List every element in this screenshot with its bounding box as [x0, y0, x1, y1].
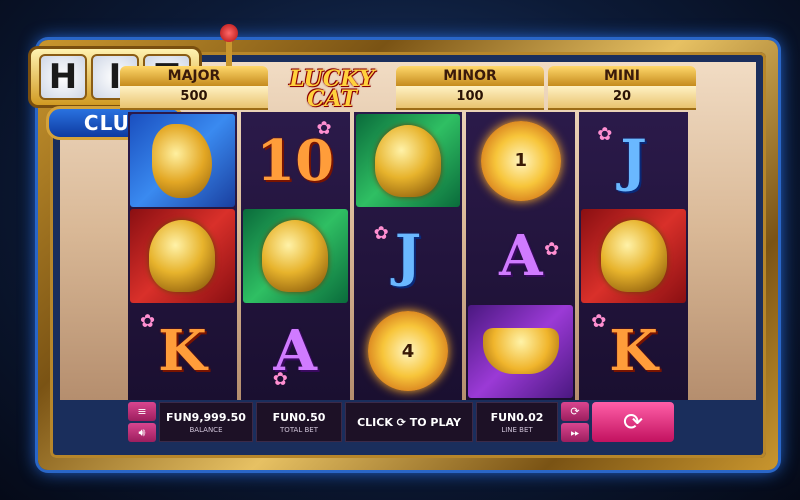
lucky-cat-logo-line2: CAT — [307, 86, 357, 112]
golden-fish-icon — [152, 123, 213, 198]
reel-1: ✿ K — [128, 112, 237, 400]
coin-value: 4 — [401, 340, 415, 362]
reel-symbol: K — [158, 318, 207, 385]
buddha-icon — [262, 219, 329, 292]
jackpot-bar: MAJOR 500 LUCKY CAT MINOR 100 MINI 20 — [120, 66, 696, 112]
reel-4: 1 ✿ A — [466, 112, 576, 400]
line-bet-label: LINE BET — [501, 425, 533, 434]
jackpot-major-value: 500 — [120, 86, 268, 110]
total-bet-value: FUN0.50 — [272, 410, 326, 424]
jackpot-major: MAJOR 500 — [120, 66, 268, 112]
lotus-flower-icon: ✿ — [591, 310, 607, 332]
reel-cell — [355, 114, 461, 208]
reel-3: ✿ J 4 — [353, 112, 463, 400]
jackpot-mini: MINI 20 — [548, 66, 696, 112]
reel-cell — [130, 114, 235, 208]
reel-cell — [242, 209, 348, 303]
line-bet-value: FUN0.02 — [490, 410, 544, 424]
reel-cell — [130, 209, 235, 303]
reel-cell: ✿ A — [468, 209, 573, 302]
balance-panel: FUN9,999.50 BALANCE — [159, 402, 253, 442]
lucky-cat-icon — [149, 219, 216, 292]
spin-button[interactable]: ⟳ — [592, 402, 674, 442]
right-buttons: ⟳ ⏩︎ — [561, 402, 589, 442]
jackpot-major-label: MAJOR — [120, 66, 268, 86]
reel-cell: 4 — [356, 305, 461, 398]
reel-cell: ✿ K — [581, 305, 686, 398]
lotus-flower-icon: ✿ — [140, 310, 156, 332]
left-buttons: ≡ 🔊︎ — [128, 402, 156, 442]
reel-symbol: J — [620, 127, 647, 194]
jackpot-minor-label: MINOR — [396, 66, 544, 86]
reel-cell: ✿ A — [243, 305, 348, 398]
buddha-icon — [600, 219, 667, 292]
coin-value: 1 — [514, 150, 528, 172]
jackpot-mini-value: 20 — [548, 86, 696, 110]
cherry-blossom-icon: ✿ — [316, 118, 332, 139]
click-to-play-label: CLICK ⟳ TO PLAY — [357, 415, 461, 429]
reel-cell: 1 — [468, 114, 573, 207]
total-bet-label: TOTAL BET — [280, 425, 318, 434]
lucky-cat-logo: LUCKY CAT — [272, 66, 392, 112]
line-bet-panel[interactable]: FUN0.02 LINE BET — [476, 402, 558, 442]
reel-2: ✿ 10 ✿ A — [240, 112, 350, 400]
lotus-flower-icon: ✿ — [597, 124, 613, 145]
reel-symbol: J — [394, 222, 422, 289]
reel-cell — [468, 304, 574, 398]
lever-ball-icon — [220, 24, 238, 42]
reel-cell: ✿ K — [130, 305, 235, 398]
coin-icon: 4 — [367, 311, 448, 392]
reel-5: ✿ J ✿ K — [579, 112, 688, 400]
menu-icon[interactable]: ≡ — [128, 402, 156, 421]
reel-cell: ✿ J — [581, 114, 686, 207]
reel-cell: ✿ J — [356, 209, 461, 302]
spin-icon: ⟳ — [622, 408, 644, 436]
balance-label: BALANCE — [189, 425, 223, 434]
hit-letter-h: H — [39, 54, 87, 100]
jackpot-mini-label: MINI — [548, 66, 696, 86]
buddha-icon — [374, 124, 441, 197]
cherry-blossom-icon: ✿ — [544, 239, 560, 261]
click-to-play-panel[interactable]: CLICK ⟳ TO PLAY — [345, 402, 473, 442]
total-bet-panel[interactable]: FUN0.50 TOTAL BET — [256, 402, 342, 442]
jackpot-minor-value: 100 — [396, 86, 544, 110]
reels: ✿ K ✿ 10 ✿ A ✿ J 4 1 ✿ A ✿ J ✿ K — [128, 112, 688, 400]
reel-cell — [581, 209, 686, 303]
sound-icon[interactable]: 🔊︎ — [128, 423, 156, 442]
reel-cell: ✿ 10 — [243, 114, 348, 207]
cherry-blossom-icon: ✿ — [272, 368, 288, 390]
control-bar: ≡ 🔊︎ FUN9,999.50 BALANCE FUN0.50 TOTAL B… — [128, 402, 688, 442]
balance-value: FUN9,999.50 — [166, 410, 246, 424]
jackpot-minor: MINOR 100 — [396, 66, 544, 112]
turbo-icon[interactable]: ⏩︎ — [561, 423, 589, 442]
reel-symbol: K — [609, 318, 658, 385]
reel-symbol: A — [499, 222, 543, 289]
coin-icon: 1 — [480, 120, 561, 201]
lotus-flower-icon: ✿ — [373, 223, 389, 245]
gold-ingot-icon — [482, 328, 559, 375]
autoplay-icon[interactable]: ⟳ — [561, 402, 589, 421]
